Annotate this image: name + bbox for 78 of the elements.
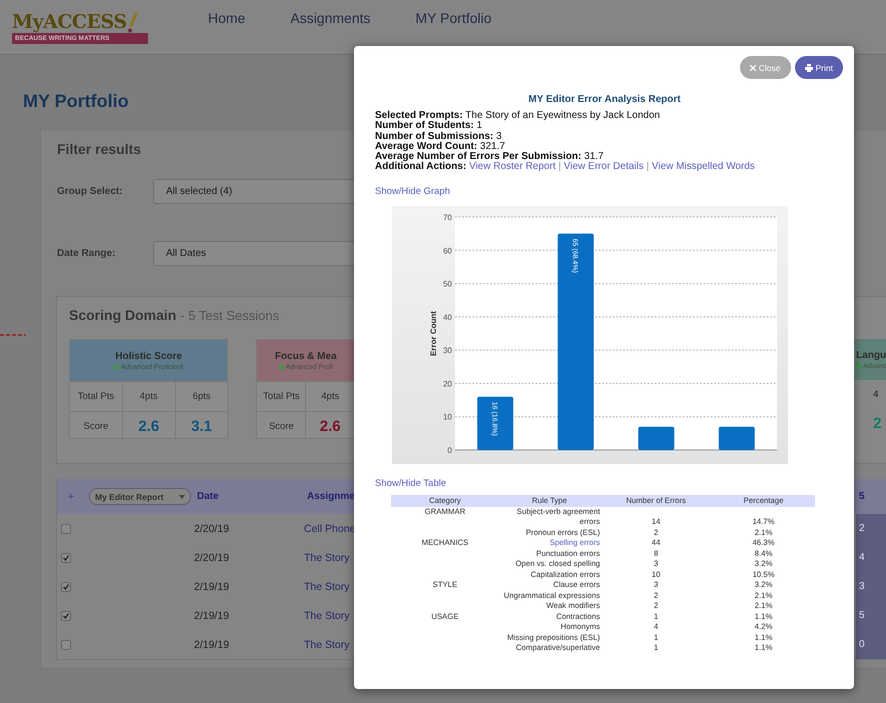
action-link[interactable]: View Misspelled Words bbox=[652, 161, 755, 172]
chart-bar bbox=[638, 426, 674, 450]
score-table-cell-text: Score bbox=[268, 420, 295, 434]
score-table-cell-text: Score bbox=[82, 420, 110, 434]
table-cell: 3 bbox=[856, 572, 886, 601]
close-icon bbox=[750, 64, 756, 70]
y-axis-tick-label: 60 bbox=[443, 246, 452, 256]
y-axis-tick-label: 30 bbox=[443, 346, 452, 355]
action-link[interactable]: View Error Details bbox=[564, 161, 644, 172]
date-cell-text: 2/19/19 bbox=[194, 610, 230, 622]
assignment-link[interactable]: The Story bbox=[304, 552, 356, 564]
close-button[interactable]: Close bbox=[740, 56, 791, 79]
summary-line: Average Number of Errors Per Submission: 31.7 bbox=[375, 152, 604, 162]
filter-label: Group Select: bbox=[57, 186, 124, 197]
score-table-cell: 4pts bbox=[122, 382, 175, 411]
summary-line: Number of Students: 1 bbox=[375, 121, 484, 132]
report-select[interactable]: My Editor Report bbox=[89, 488, 191, 505]
chart-bar bbox=[477, 396, 514, 450]
panel-title: Filter results bbox=[57, 141, 142, 157]
row-checkbox[interactable] bbox=[61, 552, 71, 562]
date-cell-text: 2/19/19 bbox=[194, 580, 230, 592]
table-cell: 2 bbox=[856, 514, 886, 543]
score-table-cell-text: 2 bbox=[872, 414, 882, 434]
y-axis-tick-label: 20 bbox=[443, 379, 452, 388]
row-checkbox[interactable] bbox=[61, 524, 71, 534]
row-checkbox[interactable] bbox=[61, 582, 71, 592]
nav-link[interactable]: MY Portfolio bbox=[416, 10, 492, 26]
filter-label: Date Range: bbox=[57, 248, 116, 259]
table-cell: 4 bbox=[856, 543, 886, 572]
assignment-link[interactable]: The Story bbox=[304, 580, 356, 592]
nav-link[interactable]: Assignments bbox=[290, 10, 371, 26]
table-cell: 5 bbox=[856, 601, 886, 630]
summary-line: Average Word Count: 321.7 bbox=[375, 142, 506, 152]
y-axis-title: Error Count bbox=[429, 310, 438, 356]
y-axis-tick-label: 10 bbox=[443, 412, 452, 422]
assignment-link[interactable]: Cell Phone bbox=[304, 522, 356, 534]
date-cell-text: 2/20/19 bbox=[194, 552, 230, 564]
score-table-cell-text: 4 bbox=[872, 388, 880, 402]
score-table-cell: 6pts bbox=[174, 382, 228, 411]
row-checkbox[interactable] bbox=[61, 640, 71, 650]
nav-link[interactable]: Home bbox=[208, 10, 246, 26]
action-link[interactable]: View Roster Report bbox=[469, 161, 556, 172]
logo-wordmark: MyACCESS bbox=[12, 10, 127, 32]
summary-line: Selected Prompts: The Story of an Eyewitness by Jack London bbox=[375, 111, 661, 121]
table-cell: 0 bbox=[856, 630, 886, 659]
caret-icon bbox=[179, 494, 185, 498]
assignment-link[interactable]: The Story bbox=[304, 638, 356, 650]
y-axis-tick-label: 50 bbox=[443, 279, 452, 288]
y-axis-tick-label: 40 bbox=[443, 312, 452, 322]
pencil-icon bbox=[126, 10, 139, 32]
card-title: Langu bbox=[856, 350, 886, 360]
y-axis-tick-label: 70 bbox=[443, 212, 452, 222]
assignment-link[interactable]: The Story bbox=[304, 610, 356, 622]
column-header: 5 bbox=[859, 491, 866, 502]
page-title: MY Portfolio bbox=[23, 91, 129, 111]
section-title: Scoring Domain bbox=[69, 307, 176, 323]
score-table-cell: 3.1 bbox=[174, 412, 228, 438]
add-button[interactable]: + bbox=[61, 490, 81, 502]
date-cell-text: 2/20/19 bbox=[194, 522, 230, 534]
y-axis-tick-label: 0 bbox=[448, 446, 452, 455]
print-button[interactable]: Print bbox=[794, 56, 843, 79]
score-table-cell: 2.6 bbox=[122, 412, 175, 438]
printer-icon bbox=[804, 64, 813, 72]
card-title: Focus & Mea bbox=[274, 350, 337, 362]
summary-line: Number of Submissions: 3 bbox=[375, 132, 503, 142]
additional-actions-line: Additional Actions: View Roster Report | View Error Details | View Misspelled Words bbox=[375, 162, 756, 173]
show-hide-graph-link[interactable]: Show/Hide Graph bbox=[375, 186, 450, 197]
show-hide-table-link[interactable]: Show/Hide Table bbox=[375, 478, 446, 489]
column-header: Date bbox=[197, 491, 220, 502]
report-title: MY Editor Error Analysis Report bbox=[527, 94, 682, 105]
card-title: Holistic Score bbox=[115, 350, 182, 362]
dashed-line-marker bbox=[0, 334, 26, 336]
score-table-cell-text: Total Pts bbox=[76, 390, 116, 404]
score-table-cell-text: Total Pts bbox=[262, 390, 301, 404]
row-checkbox[interactable] bbox=[61, 610, 71, 620]
column-header: Assignme bbox=[307, 491, 356, 502]
date-cell-text: 2/19/19 bbox=[194, 638, 230, 650]
chart-bar bbox=[718, 426, 755, 450]
